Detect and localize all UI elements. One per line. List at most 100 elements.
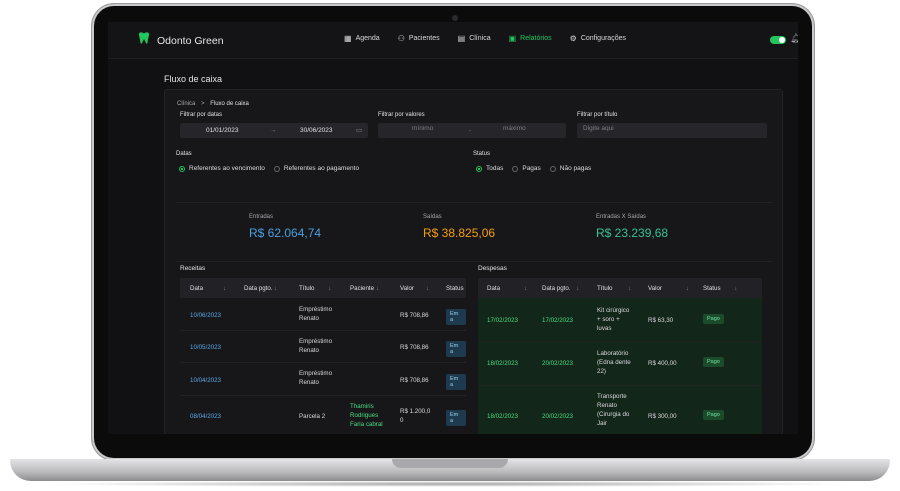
cell-valor: R$ 708,86 [400,377,429,384]
radio-empty-icon [549,165,556,172]
status-badge: Pago [703,410,724,420]
column-header[interactable]: Data ↓ [190,285,226,292]
title-filter-label: Filtrar por título [577,112,618,118]
app-screen: Odonto Green ▦ Agenda ⚇ Pacientes ▤ Clín… [108,22,798,434]
radio-empty-icon [273,165,280,172]
dates-radio-group: Referentes ao vencimento Referentes ao p… [179,165,368,172]
cell-data: 08/04/2023 [190,413,221,420]
radio-selected-icon [476,165,482,172]
table-row[interactable]: 18/02/2023 20/02/2023 Laboratório (Edna d… [478,342,762,386]
cell-titulo: Transporte Renato (Cirurgia do Jair [597,393,630,427]
breadcrumb-root[interactable]: Clínica [177,101,195,107]
status-badge: Pago [703,314,724,324]
radio-pagamento[interactable]: Referentes ao pagamento [273,165,360,172]
despesas-table: Data ↓ Data pgto. ↓ Título ↓ Valor ↓ Sta… [478,278,762,434]
nav-item-clinica[interactable]: ▤ Clínica [458,34,491,43]
max-value-input[interactable] [503,125,543,132]
cell-titulo: Empréstimo Renato [299,370,333,386]
table-row[interactable]: 18/02/2023 20/02/2023 Transporte Renato (C… [478,386,762,434]
date-from[interactable]: 01/01/2023 [206,127,239,134]
radio-nao-pagas[interactable]: Não pagas [549,165,592,172]
radio-label: Não pagas [559,165,592,172]
cell-data: 10/04/2023 [190,377,221,384]
nav-item-pacientes[interactable]: ⚇ Pacientes [398,34,440,43]
balance-value: R$ 23.239,68 [596,226,669,240]
calendar-icon: ▦ [344,34,352,43]
table-row[interactable]: 10/04/2023 Empréstimo Renato R$ 708,86 Em… [180,363,466,396]
cell-valor: R$ 708,86 [400,344,429,351]
status-group-label: Status [473,151,491,157]
value-range-input: - [378,123,566,138]
date-filter-label: Filtrar por datas [180,112,223,118]
summary-panel: Entradas R$ 62.064,74 Saídas R$ 38.825,0… [176,202,772,262]
top-bar: Odonto Green ▦ Agenda ⚇ Pacientes ▤ Clín… [108,22,798,59]
cell-data: 10/06/2023 [190,312,221,319]
status-badge: Pago [703,357,724,367]
laptop-shadow [40,481,860,487]
column-header[interactable]: Data pgto. ↓ [542,285,579,292]
cell-valor: R$ 300,00 [648,413,677,420]
radio-todas[interactable]: Todas [476,165,503,172]
balance-label: Entradas X Saídas [596,214,647,220]
column-header[interactable]: Status ↓ [703,285,737,292]
cell-titulo: Laboratório (Edna dente 22) [597,350,631,375]
status-badge: Em a [446,309,466,325]
saidas-label: Saídas [423,214,442,220]
radio-label: Referentes ao pagamento [283,165,360,172]
column-header[interactable]: Valor ↓ [400,285,429,292]
column-header[interactable]: Data ↓ [487,285,527,292]
title-search-input[interactable] [583,125,753,132]
column-header[interactable]: Título ↓ [299,285,331,292]
range-separator: - [469,127,472,134]
page-title: Fluxo de caixa [164,74,223,84]
arrow-right-icon: → [270,127,277,134]
gear-icon: ⚙ [569,34,577,43]
radio-label: Pagas [522,165,541,172]
radio-empty-icon [512,165,519,172]
title-filter-box [577,123,767,138]
cell-data-pgto: 20/02/2023 [542,360,573,367]
theme-toggle[interactable] [770,36,786,44]
radio-label: Todas [486,165,504,172]
cell-valor: R$ 400,00 [648,360,677,367]
table-row[interactable]: 17/02/2023 17/02/2023 Kit cirúrgico + sor… [478,298,762,342]
cell-paciente: Thamiris Rodrigues Faria cabral [350,403,383,428]
users-icon: ⚇ [397,34,405,43]
cell-data: 18/02/2023 [487,413,518,420]
nav-item-relatorios[interactable]: ▣ Relatórios [509,34,552,43]
laptop-notch [392,459,508,468]
nav-item-agenda[interactable]: ▦ Agenda [344,34,380,43]
date-range-picker[interactable]: 01/01/2023 → 30/06/2023 ▭ [180,123,368,138]
radio-pagas[interactable]: Pagas [512,165,541,172]
nav-label: Relatórios [520,35,552,42]
table-row[interactable]: 10/05/2023 Empréstimo Renato R$ 708,86 Em… [180,331,466,363]
cell-valor: R$ 63,30 [648,317,674,324]
radio-vencimento[interactable]: Referentes ao vencimento [179,165,265,172]
calendar-icon[interactable]: ▭ [356,126,362,134]
table-row[interactable]: 10/06/2023 Empréstimo Renato R$ 708,86 Em… [180,298,466,331]
entradas-label: Entradas [249,214,274,220]
cell-titulo: Empréstimo Renato [299,306,333,322]
nav-label: Configurações [580,35,626,42]
camera [452,15,458,21]
nav-item-configuracoes[interactable]: ⚙ Configurações [570,34,626,43]
date-to[interactable]: 30/06/2023 [300,127,333,134]
cell-titulo: Kit cirúrgico + soro + luvas [597,307,630,332]
brand-name: Odonto Green [157,34,224,47]
min-value-input[interactable] [412,125,452,132]
column-header[interactable]: Valor ↓ [648,285,689,292]
bell-icon[interactable]: 🔔︎ [790,33,798,44]
brand[interactable]: Odonto Green [137,31,224,50]
status-badge: Em a [446,341,466,357]
column-header[interactable]: Título ↓ [597,285,631,292]
value-filter-label: Filtrar por valores [378,112,425,118]
table-row[interactable]: 08/04/2023 Parcela 2 Thamiris Rodrigues Fa… [180,396,466,434]
despesas-label: Despesas [478,265,507,272]
column-header[interactable]: Status [446,285,464,292]
column-header[interactable]: Paciente ↓ [350,285,379,292]
breadcrumb-current: Fluxo de caixa [210,101,249,107]
receitas-table: Data ↓ Data pgto. ↓ Título ↓ Paciente ↓ … [180,278,466,434]
column-header[interactable]: Data pgto. ↓ [244,285,277,292]
main-nav: ▦ Agenda ⚇ Pacientes ▤ Clínica ▣ Relatór… [344,34,644,43]
tooth-logo-icon [137,31,151,50]
